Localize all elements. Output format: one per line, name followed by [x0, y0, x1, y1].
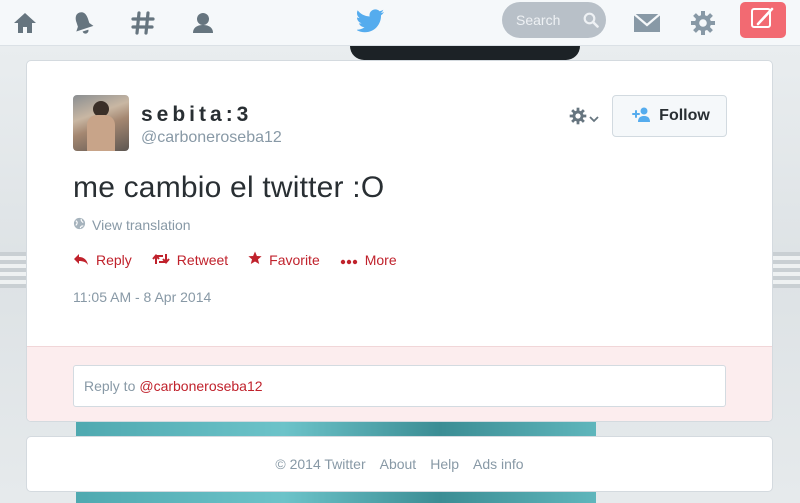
background-photo-top [350, 46, 580, 60]
footer-link-ads-info[interactable]: Ads info [473, 456, 524, 472]
tweet-text: me cambio el twitter :O [73, 171, 385, 204]
follow-button-label: Follow [659, 107, 710, 124]
search-placeholder: Search [516, 12, 561, 28]
ellipsis-icon [340, 252, 358, 268]
view-translation-label: View translation [92, 217, 191, 233]
notifications-icon[interactable] [68, 8, 98, 38]
footer-link-about[interactable]: About [380, 456, 417, 472]
view-translation-link[interactable]: View translation [73, 217, 191, 233]
discover-icon[interactable] [128, 8, 158, 38]
reply-mention: @carboneroseba12 [139, 378, 263, 394]
footer: © 2014 Twitter About Help Ads info [26, 436, 773, 492]
star-icon [248, 251, 262, 268]
follow-button[interactable]: Follow [612, 95, 727, 137]
avatar[interactable] [73, 95, 129, 151]
background-stripe-right [772, 252, 800, 288]
reply-prefix: Reply to [84, 378, 136, 394]
top-navigation-bar: Search [0, 0, 800, 46]
tweet-permalink-card: sebita:3 @carboneroseba12 Follow me camb… [26, 60, 773, 422]
reply-icon [73, 252, 89, 268]
favorite-label: Favorite [269, 251, 320, 268]
tweet-actions-menu[interactable] [569, 107, 599, 130]
reply-label: Reply [96, 251, 132, 268]
reply-button[interactable]: Reply [73, 251, 132, 268]
footer-copyright: © 2014 Twitter [275, 456, 366, 472]
retweet-icon [152, 252, 170, 268]
tweet-timestamp[interactable]: 11:05 AM - 8 Apr 2014 [73, 289, 211, 305]
search-icon[interactable] [576, 12, 606, 28]
chevron-down-icon [589, 110, 599, 128]
more-button[interactable]: More [340, 251, 397, 268]
favorite-button[interactable]: Favorite [248, 251, 320, 268]
footer-link-help[interactable]: Help [430, 456, 459, 472]
envelope-icon[interactable] [632, 8, 662, 38]
user-screenname[interactable]: @carboneroseba12 [141, 129, 282, 147]
tweet-action-bar: Reply Retweet Favorite More [73, 251, 397, 268]
compose-tweet-button[interactable] [740, 2, 786, 38]
retweet-button[interactable]: Retweet [152, 251, 228, 268]
user-fullname[interactable]: sebita:3 [141, 103, 252, 127]
retweet-label: Retweet [176, 251, 229, 268]
twitter-bird-icon[interactable] [355, 6, 387, 36]
reply-input[interactable]: Reply to @carboneroseba12 [73, 365, 726, 407]
search-input[interactable]: Search [502, 2, 606, 38]
home-icon[interactable] [10, 8, 40, 38]
gear-icon[interactable] [688, 8, 718, 38]
me-icon[interactable] [188, 8, 218, 38]
more-label: More [364, 251, 397, 268]
compose-quill-icon [750, 6, 776, 35]
globe-icon [73, 217, 86, 233]
gear-icon [569, 107, 587, 130]
add-user-icon [629, 106, 651, 127]
reply-area: Reply to @carboneroseba12 [27, 346, 772, 421]
